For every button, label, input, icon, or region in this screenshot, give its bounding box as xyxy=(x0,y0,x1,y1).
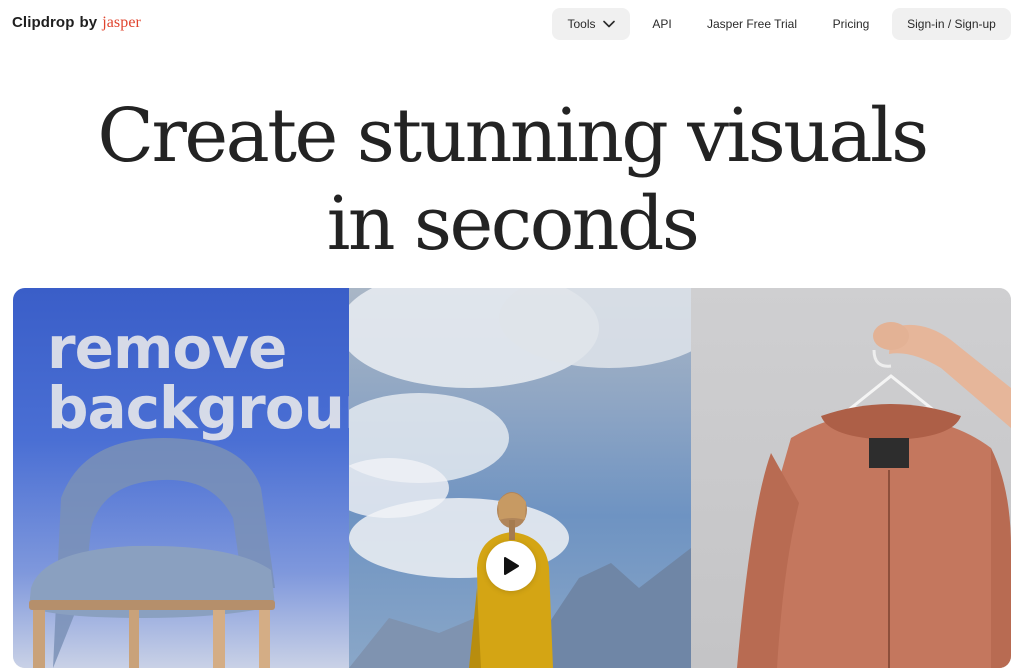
signin-signup-button[interactable]: Sign-in / Sign-up xyxy=(892,8,1011,40)
jacket-illustration xyxy=(737,322,1011,668)
nav-link-jasper-free-trial[interactable]: Jasper Free Trial xyxy=(698,8,806,40)
nav-link-pricing[interactable]: Pricing xyxy=(820,8,882,40)
hero-video[interactable]: remove background xyxy=(13,288,1011,668)
tools-dropdown-button[interactable]: Tools xyxy=(552,8,630,40)
chevron-down-icon xyxy=(602,20,615,28)
brand-partner: jasper xyxy=(102,14,141,31)
jacket-panel xyxy=(691,288,1011,668)
play-icon xyxy=(502,556,520,576)
overlay-line-2: background xyxy=(47,374,349,442)
remove-background-panel: remove background xyxy=(13,288,349,668)
overlay-line-1: remove xyxy=(47,314,287,382)
hero-title-line-2: in seconds xyxy=(326,181,700,267)
play-button[interactable] xyxy=(486,541,536,591)
tools-label: Tools xyxy=(567,17,596,31)
remove-background-text: remove background xyxy=(47,318,349,438)
brand-logo[interactable]: Clipdrop by jasper xyxy=(12,14,141,32)
sky-scene-panel xyxy=(349,288,691,668)
nav-link-api[interactable]: API xyxy=(640,8,684,40)
sky-scene-illustration xyxy=(349,288,691,668)
top-nav: Clipdrop by jasper Tools API Jasper Free… xyxy=(0,0,1024,46)
hero-title-line-1: Create stunning visuals xyxy=(97,93,929,179)
brand-by: by xyxy=(79,14,98,31)
hero-title: Create stunning visuals in seconds xyxy=(0,92,1024,268)
brand-name: Clipdrop xyxy=(12,14,75,31)
